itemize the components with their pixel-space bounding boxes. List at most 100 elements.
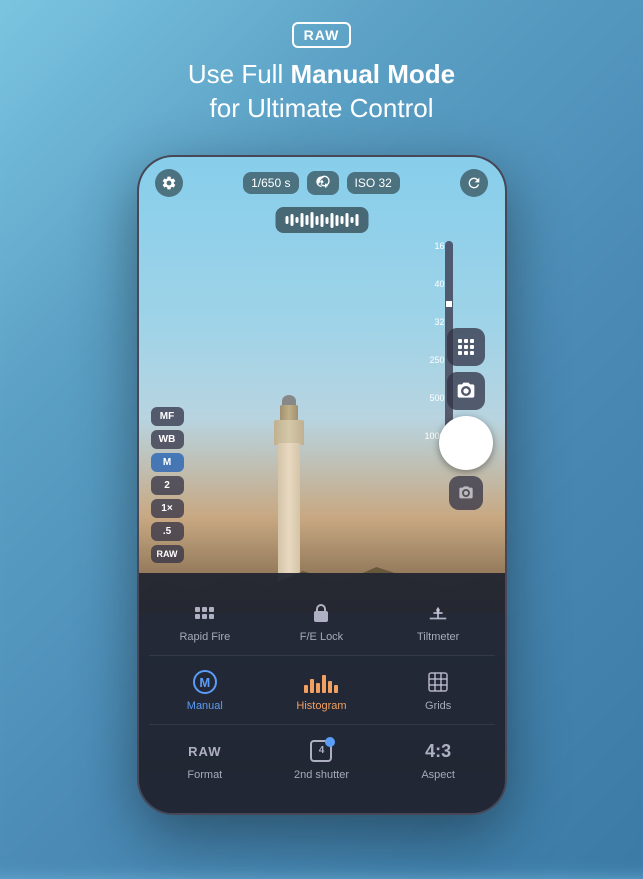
shutter2-box: 4	[310, 740, 332, 762]
m-circle: M	[193, 670, 217, 694]
exposure-comp-button[interactable]: 2	[151, 476, 184, 495]
scale-label-32: 32	[424, 317, 444, 327]
shutter2-label: 2nd shutter	[294, 769, 349, 781]
hist-bar-4	[322, 675, 326, 693]
waveform-bar	[310, 212, 313, 228]
settings-svg	[161, 175, 177, 191]
waveform-bar	[355, 214, 358, 226]
aspect-icon: 4:3	[425, 737, 451, 765]
panel-row-2: M Manual Histogram	[149, 658, 495, 722]
aspect-item[interactable]: 4:3 Aspect	[382, 727, 495, 791]
lock-shackle	[316, 604, 326, 611]
scale-indicator	[446, 301, 452, 307]
hist-bar-2	[310, 679, 314, 693]
fe-lock-label: F/E Lock	[300, 631, 343, 643]
shutter2-badge	[325, 737, 335, 747]
refresh-svg	[466, 175, 482, 191]
phone-frame: 1/650 s ISO 32 MF WB	[137, 155, 507, 815]
histogram-item[interactable]: Histogram	[265, 658, 378, 722]
rf-dot	[202, 607, 207, 612]
raw-button[interactable]: RAW	[151, 545, 184, 563]
scale-label-40: 40	[424, 279, 444, 289]
fe-lock-icon	[314, 599, 328, 627]
shutter-speed-display[interactable]: 1/650 s	[243, 172, 298, 194]
panel-divider-1	[149, 655, 495, 656]
shutter-speed-label: 1/650 s	[251, 176, 290, 190]
panel-row-1: Rapid Fire F/E Lock	[149, 589, 495, 653]
rapid-fire-label: Rapid Fire	[179, 631, 230, 643]
manual-item[interactable]: M Manual	[149, 658, 262, 722]
hist-bar-5	[328, 681, 332, 693]
refresh-icon[interactable]	[460, 169, 488, 197]
waveform-bar	[340, 216, 343, 224]
aspect-text: 4:3	[425, 742, 451, 760]
lock-shape	[314, 604, 328, 622]
secondary-camera-button[interactable]	[449, 476, 483, 510]
tiltmeter-item[interactable]: Tiltmeter	[382, 589, 495, 653]
iso-label: ISO 32	[355, 176, 392, 190]
headline-normal: Use Full	[188, 59, 291, 89]
zoom-1x-button[interactable]: 1×	[151, 499, 184, 518]
waveform-bar	[305, 215, 308, 225]
grid-dots-button[interactable]	[447, 328, 485, 366]
lock-body	[314, 611, 328, 622]
headline-line2: for Ultimate Control	[210, 93, 434, 123]
rf-dot	[195, 607, 200, 612]
grids-item[interactable]: Grids	[382, 658, 495, 722]
rf-dot	[209, 607, 214, 612]
aspect-label: Aspect	[421, 769, 455, 781]
scale-label-16: 16	[424, 241, 444, 251]
headline: Use Full Manual Mode for Ultimate Contro…	[0, 58, 643, 126]
waveform-bar	[345, 213, 348, 227]
grids-svg	[427, 671, 449, 693]
mf-button[interactable]: MF	[151, 407, 184, 426]
zoom-half-button[interactable]: .5	[151, 522, 184, 541]
grids-label: Grids	[425, 700, 451, 712]
panel-divider-2	[149, 724, 495, 725]
waveform-bar	[290, 214, 293, 226]
waveform-bar	[350, 217, 353, 223]
right-controls	[439, 328, 493, 510]
lighthouse	[259, 393, 319, 593]
headline-bold: Manual Mode	[290, 59, 455, 89]
shutter2-icon: 4	[310, 737, 332, 765]
grids-icon	[427, 668, 449, 696]
waveform-bar	[295, 217, 298, 223]
m-button[interactable]: M	[151, 453, 184, 472]
camera-top-bar: 1/650 s ISO 32	[139, 169, 505, 197]
exposure-icon	[315, 175, 331, 191]
raw-format-icon: RAW	[188, 737, 221, 765]
wb-button[interactable]: WB	[151, 430, 184, 449]
rf-row-2	[195, 614, 214, 619]
rf-row-1	[195, 607, 214, 612]
rf-dot	[195, 614, 200, 619]
exposure-btn[interactable]	[307, 171, 339, 195]
raw-format-item[interactable]: RAW Format	[149, 727, 262, 791]
bottom-panel: Rapid Fire F/E Lock	[139, 573, 505, 813]
tiltmeter-svg	[427, 602, 449, 624]
tiltmeter-icon	[427, 599, 449, 627]
grid-dots-svg	[457, 338, 475, 356]
hist-bar-3	[316, 683, 320, 693]
fe-lock-item[interactable]: F/E Lock	[265, 589, 378, 653]
top-section: RAW Use Full Manual Mode for Ultimate Co…	[0, 0, 643, 126]
settings-icon[interactable]	[155, 169, 183, 197]
secondary-camera-svg	[458, 485, 474, 501]
waveform-bar	[320, 214, 323, 227]
waveform-bar	[325, 217, 328, 224]
waveform-bar	[335, 215, 338, 226]
audio-waveform	[275, 207, 368, 233]
rapid-fire-item[interactable]: Rapid Fire	[149, 589, 262, 653]
iso-display[interactable]: ISO 32	[347, 172, 400, 194]
waveform-bar	[315, 216, 318, 225]
panel-row-3: RAW Format 4 2nd shutter 4:3 A	[149, 727, 495, 791]
camera-svg	[456, 381, 476, 401]
waveform-bar	[330, 213, 333, 228]
main-shutter-button[interactable]	[439, 416, 493, 470]
raw-badge: RAW	[292, 22, 352, 48]
camera-capture-button[interactable]	[447, 372, 485, 410]
rf-dot	[202, 614, 207, 619]
shutter2-num: 4	[319, 746, 325, 756]
shutter2-item[interactable]: 4 2nd shutter	[265, 727, 378, 791]
tiltmeter-label: Tiltmeter	[417, 631, 459, 643]
